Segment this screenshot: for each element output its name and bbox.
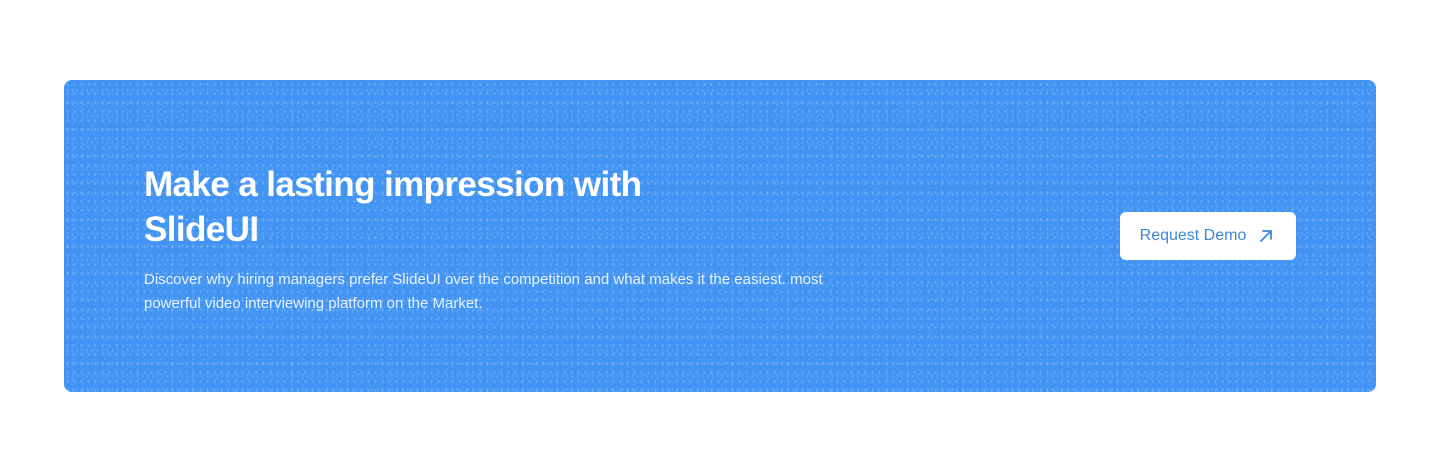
request-demo-label: Request Demo [1139, 227, 1247, 244]
arrow-up-right-icon [1256, 226, 1276, 246]
request-demo-button[interactable]: Request Demo [1120, 212, 1296, 260]
cta-description: Discover why hiring managers prefer Slid… [144, 271, 823, 312]
cta-content: Make a lasting impression with SlideUI D… [144, 162, 844, 316]
cta-heading: Make a lasting impression with SlideUI [144, 165, 642, 249]
cta-banner: Make a lasting impression with SlideUI D… [64, 80, 1376, 392]
